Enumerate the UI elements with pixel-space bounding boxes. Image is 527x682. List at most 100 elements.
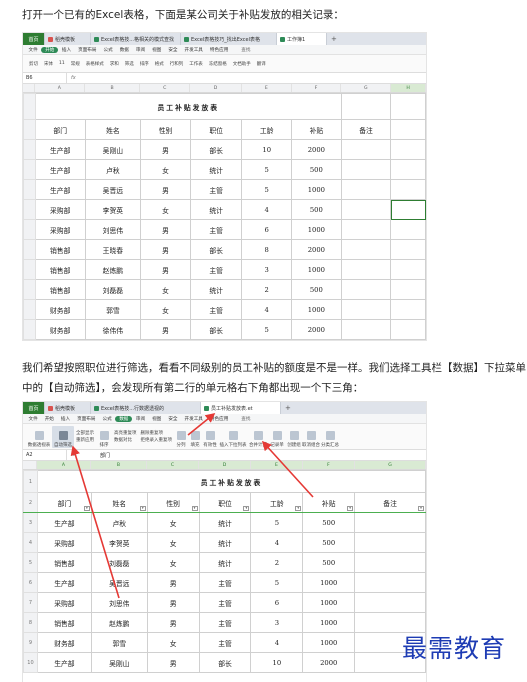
number-format-select[interactable]: 常规 bbox=[68, 61, 83, 67]
col-header-c[interactable]: C bbox=[147, 461, 199, 469]
table-cell[interactable]: 统计 bbox=[189, 279, 243, 300]
table-cell[interactable]: 10 bbox=[250, 652, 304, 673]
reapply-button[interactable]: 重新应用 bbox=[76, 437, 94, 444]
table-cell[interactable]: 1000 bbox=[302, 612, 356, 633]
table-cell[interactable]: 吴刚山 bbox=[84, 139, 142, 160]
menu-data[interactable]: 数据 bbox=[115, 415, 133, 422]
table-cell[interactable]: 刘思伟 bbox=[90, 592, 148, 613]
menu-search[interactable]: 查找 bbox=[238, 47, 254, 53]
header-cell[interactable]: 性别 bbox=[140, 119, 191, 140]
new-tab-icon[interactable]: + bbox=[285, 404, 291, 412]
table-cell[interactable]: 吴刚山 bbox=[90, 652, 148, 673]
row-number[interactable]: 8 bbox=[23, 612, 38, 633]
menu-insert[interactable]: 插入 bbox=[58, 47, 74, 53]
filter-dropdown-icon[interactable]: ▾ bbox=[418, 506, 424, 511]
reject-duplicates-button[interactable]: 拒绝录入重复项 bbox=[141, 437, 173, 444]
format-button[interactable]: 格式 bbox=[152, 61, 167, 67]
table-cell[interactable]: 采购部 bbox=[36, 532, 92, 553]
menu-view[interactable]: 视图 bbox=[149, 416, 165, 422]
tab-workbook[interactable]: 工作簿1 bbox=[277, 33, 327, 45]
table-cell[interactable]: 主管 bbox=[198, 612, 252, 633]
worksheet-button[interactable]: 工作表 bbox=[186, 61, 206, 67]
table-cell[interactable]: 主管 bbox=[198, 572, 252, 593]
row-number[interactable]: 10 bbox=[23, 652, 38, 673]
table-cell[interactable]: 2000 bbox=[302, 652, 356, 673]
table-cell[interactable]: 吴晋远 bbox=[84, 179, 142, 200]
table-cell[interactable]: 3 bbox=[241, 259, 293, 280]
table-cell[interactable]: 女 bbox=[146, 532, 200, 553]
tab-home[interactable]: 首页 bbox=[23, 402, 45, 414]
table-cell[interactable] bbox=[390, 319, 426, 340]
table-cell[interactable] bbox=[340, 139, 392, 160]
table-cell[interactable]: 卢秋 bbox=[90, 512, 148, 533]
name-box[interactable]: A2 bbox=[23, 450, 67, 460]
col-header-b[interactable]: B bbox=[85, 84, 141, 92]
table-cell[interactable] bbox=[354, 532, 426, 553]
tab-templates[interactable]: 稻壳模板 bbox=[45, 33, 91, 45]
show-all-button[interactable]: 全部显示 bbox=[76, 430, 94, 437]
menu-layout[interactable]: 页面布局 bbox=[75, 47, 100, 53]
header-cell[interactable]: 姓名 bbox=[84, 119, 142, 140]
menu-data[interactable]: 数据 bbox=[116, 47, 132, 53]
table-cell[interactable]: 500 bbox=[291, 159, 342, 180]
table-cell[interactable]: 赵炼鹏 bbox=[90, 612, 148, 633]
row-number[interactable]: 6 bbox=[23, 572, 38, 593]
select-all-corner[interactable] bbox=[23, 84, 35, 92]
col-header-f[interactable]: F bbox=[292, 84, 342, 92]
name-box[interactable]: B6 bbox=[23, 73, 67, 83]
row-number[interactable]: 4 bbox=[23, 532, 38, 553]
subtotal-button[interactable]: 分类汇总 bbox=[320, 426, 340, 448]
table-cell[interactable]: 500 bbox=[291, 279, 342, 300]
group-button[interactable]: 创建组 bbox=[286, 426, 302, 448]
font-size-select[interactable]: 11 bbox=[56, 61, 68, 66]
menu-security[interactable]: 安全 bbox=[165, 47, 181, 53]
row-number[interactable] bbox=[23, 299, 36, 320]
col-header-h[interactable]: H bbox=[391, 84, 426, 92]
remove-duplicates-button[interactable]: 删除重复项 bbox=[141, 430, 173, 437]
table-cell[interactable]: 男 bbox=[146, 652, 200, 673]
table-cell[interactable]: 财务部 bbox=[34, 299, 86, 320]
table-cell[interactable]: 统计 bbox=[189, 159, 243, 180]
insert-dropdown-button[interactable]: 插入下拉列表 bbox=[218, 426, 248, 448]
table-cell[interactable]: 赵炼鹏 bbox=[84, 259, 142, 280]
table-cell[interactable]: 1000 bbox=[291, 299, 342, 320]
menu-review[interactable]: 审阅 bbox=[132, 416, 148, 422]
table-cell[interactable]: 统计 bbox=[198, 512, 252, 533]
table-cell[interactable] bbox=[390, 199, 426, 220]
filter-dropdown-icon[interactable]: ▾ bbox=[191, 506, 198, 511]
table-cell[interactable] bbox=[354, 592, 426, 613]
table-cell[interactable]: 男 bbox=[146, 572, 200, 593]
header-cell[interactable]: 补贴 bbox=[291, 119, 342, 140]
row-number[interactable]: 9 bbox=[23, 632, 38, 653]
header-cell[interactable]: 职位 ▾ bbox=[198, 492, 252, 513]
table-cell[interactable]: 1000 bbox=[302, 592, 356, 613]
table-cell[interactable]: 刘思伟 bbox=[84, 219, 142, 240]
translate-button[interactable]: 翻译 bbox=[254, 61, 269, 67]
cut-button[interactable]: 剪切 bbox=[26, 61, 41, 67]
table-cell[interactable] bbox=[340, 259, 392, 280]
table-cell[interactable] bbox=[340, 159, 392, 180]
table-cell[interactable]: 生产部 bbox=[34, 139, 86, 160]
fill-button[interactable]: 填充 bbox=[188, 426, 202, 448]
tab-doc-2[interactable]: Excel表格技巧_找出Excel表格 bbox=[181, 33, 277, 45]
header-cell[interactable]: 姓名 ▾ bbox=[90, 492, 148, 513]
table-cell[interactable]: 采购部 bbox=[36, 592, 92, 613]
table-cell[interactable]: 男 bbox=[140, 259, 191, 280]
table-cell[interactable]: 5 bbox=[250, 512, 304, 533]
table-cell[interactable]: 4 bbox=[250, 532, 304, 553]
col-header-d[interactable]: D bbox=[190, 84, 242, 92]
table-cell[interactable] bbox=[390, 179, 426, 200]
menu-developer[interactable]: 开发工具 bbox=[181, 416, 206, 422]
header-cell[interactable]: 性别 ▾ bbox=[146, 492, 200, 513]
table-cell[interactable]: 女 bbox=[146, 512, 200, 533]
table-cell[interactable]: 主管 bbox=[198, 592, 252, 613]
row-number[interactable]: 7 bbox=[23, 592, 38, 613]
table-cell[interactable]: 部长 bbox=[198, 652, 252, 673]
table-cell[interactable]: 1000 bbox=[302, 632, 356, 653]
col-header-f[interactable]: F bbox=[303, 461, 355, 469]
table-cell[interactable] bbox=[354, 512, 426, 533]
row-number[interactable] bbox=[23, 259, 36, 280]
table-cell[interactable]: 4 bbox=[250, 632, 304, 653]
col-header-e[interactable]: E bbox=[242, 84, 292, 92]
fx-icon[interactable]: fx bbox=[67, 75, 97, 81]
